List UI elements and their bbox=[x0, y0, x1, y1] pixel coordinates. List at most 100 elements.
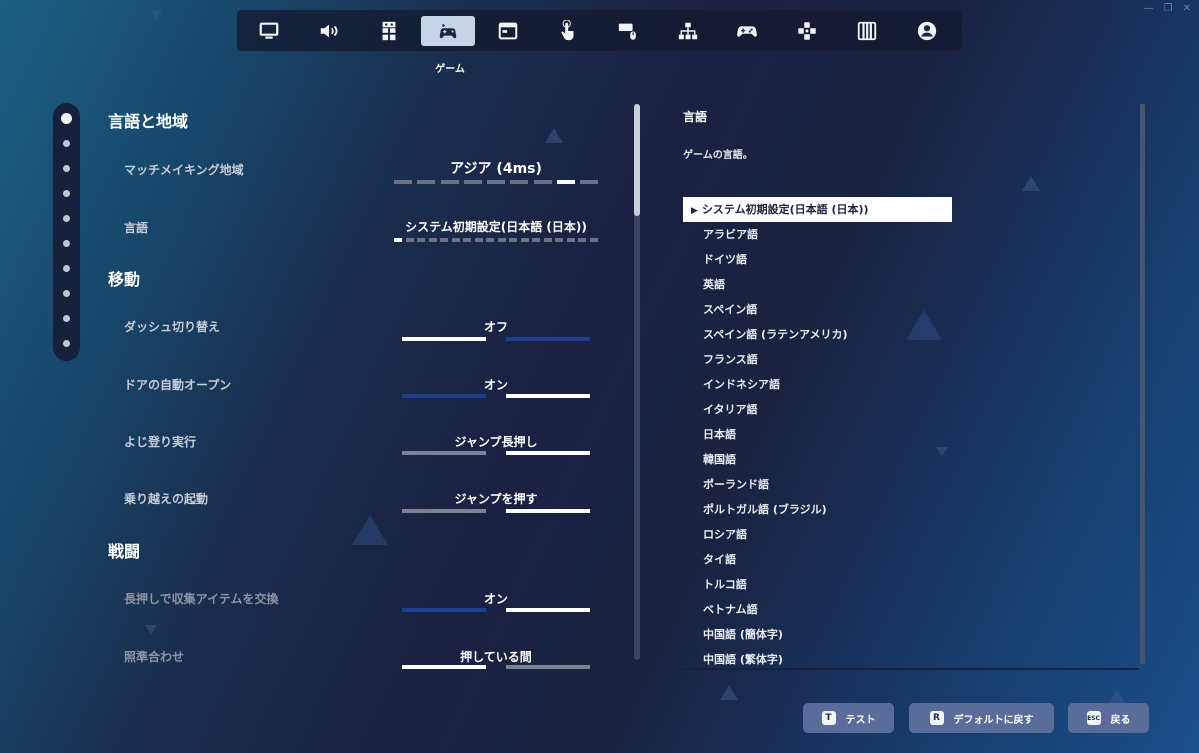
toggle-segment-right[interactable] bbox=[506, 337, 590, 341]
language-option-selected[interactable]: ▶ システム初期設定(日本語 (日本)) bbox=[683, 197, 952, 222]
selector-segment[interactable] bbox=[440, 180, 459, 184]
language-option[interactable]: スペイン語 (ラテンアメリカ) bbox=[683, 322, 952, 347]
tab-display[interactable] bbox=[242, 16, 296, 46]
language-option[interactable]: フランス語 bbox=[683, 347, 952, 372]
language-option[interactable]: タイ語 bbox=[683, 547, 952, 572]
language-option[interactable]: ポーランド語 bbox=[683, 472, 952, 497]
language-option[interactable]: ドイツ語 bbox=[683, 247, 952, 272]
selector-segment[interactable] bbox=[566, 238, 575, 242]
aim-value[interactable]: 押している間 bbox=[394, 648, 598, 665]
selector-segment[interactable] bbox=[578, 238, 587, 242]
tab-hud[interactable] bbox=[481, 16, 535, 46]
selector-segment[interactable] bbox=[394, 180, 412, 184]
settings-scrollbar[interactable] bbox=[634, 104, 640, 660]
settings-scrollbar-thumb[interactable] bbox=[634, 104, 640, 216]
tab-keyboard-mouse[interactable] bbox=[601, 16, 655, 46]
selector-segment[interactable] bbox=[440, 238, 449, 242]
toggle-segment-right[interactable] bbox=[506, 665, 590, 669]
auto-door-value[interactable]: オン bbox=[394, 376, 598, 393]
selector-segment[interactable] bbox=[417, 238, 426, 242]
language-option[interactable]: 韓国語 bbox=[683, 447, 952, 472]
tab-touch[interactable] bbox=[541, 16, 595, 46]
language-option[interactable]: ロシア語 bbox=[683, 522, 952, 547]
page-dot[interactable] bbox=[63, 315, 70, 322]
selector-segment[interactable] bbox=[463, 180, 482, 184]
toggle-segment-left[interactable] bbox=[402, 509, 486, 513]
toggle-segment-right[interactable] bbox=[506, 509, 590, 513]
toggle-segment-left[interactable] bbox=[402, 608, 486, 612]
page-dot[interactable] bbox=[63, 265, 70, 272]
selector-segment[interactable] bbox=[405, 238, 414, 242]
selector-segment[interactable] bbox=[417, 180, 436, 184]
language-selector[interactable] bbox=[394, 238, 598, 242]
mantle-switch[interactable] bbox=[402, 509, 590, 513]
selector-segment[interactable] bbox=[486, 238, 495, 242]
mantle-value[interactable]: ジャンプを押す bbox=[394, 490, 598, 507]
language-option[interactable]: ベトナム語 bbox=[683, 597, 952, 622]
page-dot[interactable] bbox=[63, 215, 70, 222]
page-dot[interactable] bbox=[63, 165, 70, 172]
dash-toggle-value[interactable]: オフ bbox=[394, 318, 598, 335]
toggle-segment-left[interactable] bbox=[402, 451, 486, 455]
language-option[interactable]: スペイン語 bbox=[683, 297, 952, 322]
language-option[interactable]: ポルトガル語 (ブラジル) bbox=[683, 497, 952, 522]
selector-segment[interactable] bbox=[509, 238, 518, 242]
toggle-segment-right[interactable] bbox=[506, 394, 590, 398]
page-dot[interactable] bbox=[63, 140, 70, 147]
page-dot[interactable] bbox=[63, 290, 70, 297]
tab-network[interactable] bbox=[661, 16, 715, 46]
tab-account[interactable] bbox=[900, 16, 954, 46]
selector-segment[interactable] bbox=[589, 238, 598, 242]
tab-audio[interactable] bbox=[302, 16, 356, 46]
climb-value[interactable]: ジャンプ長押し bbox=[394, 433, 598, 450]
tab-audio-mixer[interactable] bbox=[840, 16, 894, 46]
toggle-segment-left[interactable] bbox=[402, 337, 486, 341]
selector-segment[interactable] bbox=[451, 238, 460, 242]
selector-segment[interactable] bbox=[532, 238, 541, 242]
selector-segment[interactable] bbox=[463, 238, 472, 242]
toggle-segment-left[interactable] bbox=[402, 394, 486, 398]
restore-icon[interactable]: ❐ bbox=[1164, 3, 1173, 14]
tab-game[interactable] bbox=[421, 15, 476, 46]
language-option[interactable]: イタリア語 bbox=[683, 397, 952, 422]
selector-segment[interactable] bbox=[428, 238, 437, 242]
language-option[interactable]: 日本語 bbox=[683, 422, 952, 447]
dash-toggle-switch[interactable] bbox=[402, 337, 590, 341]
language-option[interactable]: トルコ語 bbox=[683, 572, 952, 597]
language-option[interactable]: アラビア語 bbox=[683, 222, 952, 247]
selector-segment[interactable] bbox=[474, 238, 483, 242]
language-option[interactable]: インドネシア語 bbox=[683, 372, 952, 397]
language-value[interactable]: システム初期設定(日本語 (日本)) bbox=[394, 218, 598, 235]
minimize-icon[interactable]: — bbox=[1144, 3, 1154, 14]
back-button[interactable]: ESC 戻る bbox=[1068, 703, 1149, 733]
hold-swap-value[interactable]: オン bbox=[394, 590, 598, 607]
page-dot[interactable] bbox=[63, 340, 70, 347]
matchmaking-region-value[interactable]: アジア (4ms) bbox=[394, 158, 598, 178]
selector-segment[interactable] bbox=[580, 180, 598, 184]
tab-touch-controls[interactable] bbox=[780, 16, 834, 46]
matchmaking-region-selector[interactable] bbox=[394, 180, 598, 184]
info-scrollbar[interactable] bbox=[1140, 104, 1145, 664]
selector-segment[interactable] bbox=[510, 180, 529, 184]
page-dot[interactable] bbox=[63, 240, 70, 247]
tab-controller[interactable] bbox=[720, 16, 774, 46]
test-button[interactable]: T テスト bbox=[803, 703, 894, 733]
language-option[interactable]: 中国語 (簡体字) bbox=[683, 622, 952, 647]
toggle-segment-right[interactable] bbox=[506, 608, 590, 612]
toggle-segment-right[interactable] bbox=[506, 451, 590, 455]
hold-swap-switch[interactable] bbox=[402, 608, 590, 612]
close-icon[interactable]: ✕ bbox=[1183, 3, 1191, 14]
selector-segment[interactable] bbox=[497, 238, 506, 242]
selector-segment[interactable] bbox=[543, 238, 552, 242]
selector-segment-selected[interactable] bbox=[556, 180, 575, 184]
aim-switch[interactable] bbox=[402, 665, 590, 669]
climb-switch[interactable] bbox=[402, 451, 590, 455]
selector-segment[interactable] bbox=[533, 180, 552, 184]
tab-accessibility[interactable] bbox=[362, 16, 416, 46]
auto-door-switch[interactable] bbox=[402, 394, 590, 398]
toggle-segment-left[interactable] bbox=[402, 665, 486, 669]
selector-segment[interactable] bbox=[520, 238, 529, 242]
selector-segment[interactable] bbox=[487, 180, 505, 184]
page-dot[interactable] bbox=[63, 190, 70, 197]
page-dot-active[interactable] bbox=[61, 113, 72, 124]
